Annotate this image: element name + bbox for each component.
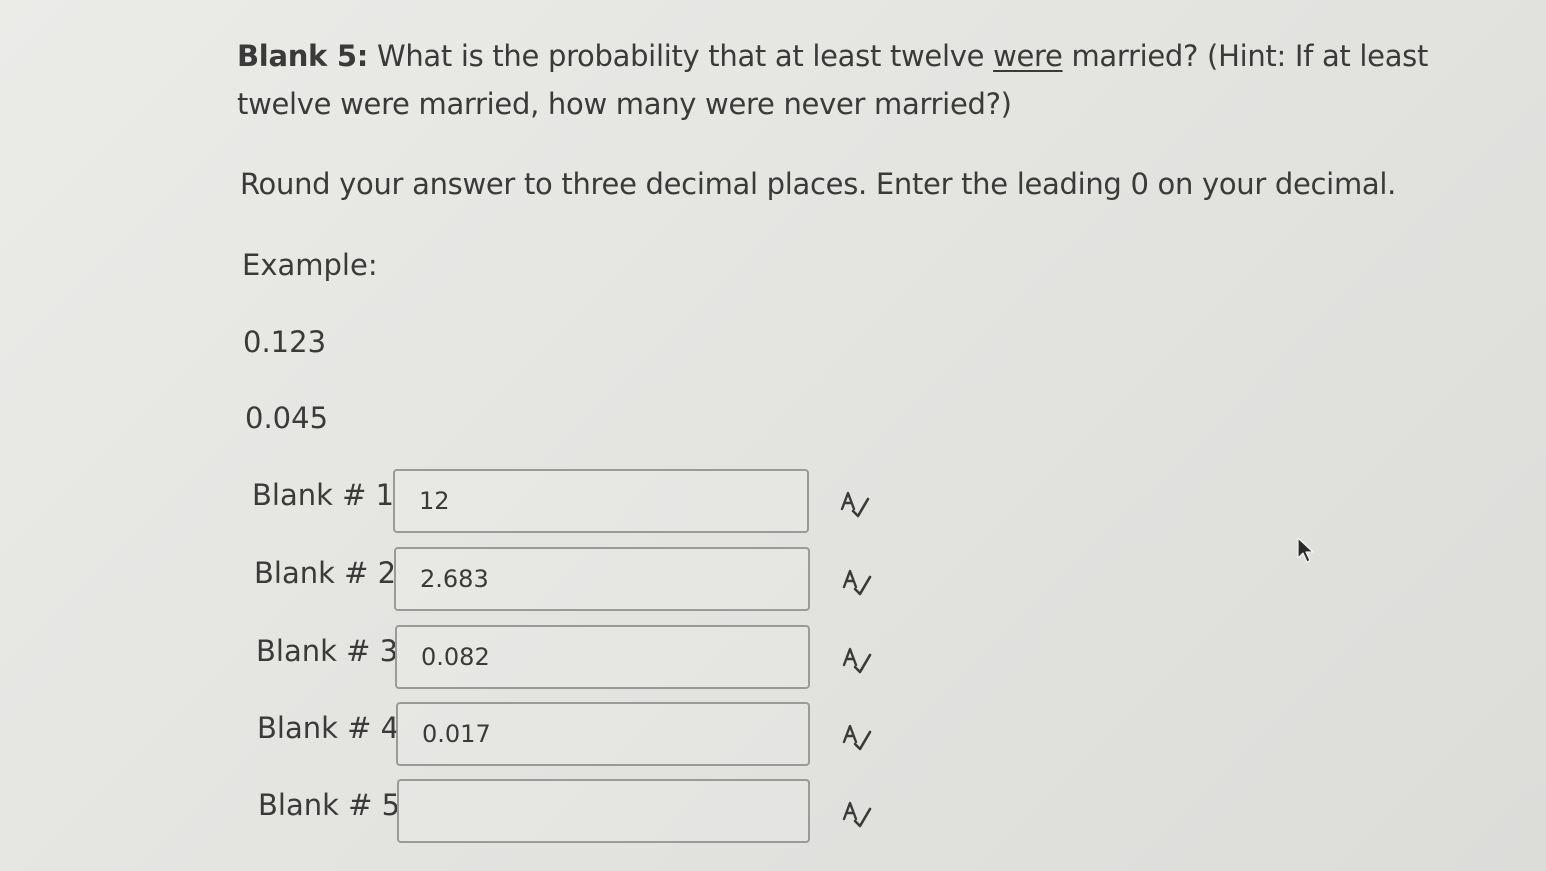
mouse-pointer-icon <box>1297 537 1314 563</box>
blank-label-4: Blank # 4 <box>257 711 400 745</box>
spellcheck-icon[interactable] <box>840 720 874 754</box>
spellcheck-icon[interactable] <box>840 565 874 599</box>
question-prefix: Blank 5: <box>237 39 369 73</box>
spellcheck-icon[interactable] <box>840 643 874 677</box>
blank-input-5[interactable] <box>397 779 810 843</box>
example-value-1: 0.123 <box>243 325 327 359</box>
spellcheck-icon[interactable] <box>840 797 874 831</box>
question-text: Blank 5: What is the probability that at… <box>237 32 1437 128</box>
spellcheck-icon[interactable] <box>838 487 872 521</box>
example-value-2: 0.045 <box>245 401 329 435</box>
blank-row-5: Blank # 5 <box>0 779 900 849</box>
question-underlined-word: were <box>993 39 1063 73</box>
question-part1: What is the probability that at least tw… <box>368 39 994 73</box>
blank-row-4: Blank # 4 <box>0 702 900 772</box>
blank-label-2: Blank # 2 <box>254 556 397 590</box>
blank-label-1: Blank # 1 <box>252 478 395 512</box>
blank-input-3[interactable] <box>395 625 810 689</box>
instruction-text: Round your answer to three decimal place… <box>240 167 1397 201</box>
blank-input-4[interactable] <box>396 702 810 766</box>
blank-label-5: Blank # 5 <box>258 788 401 822</box>
blank-label-3: Blank # 3 <box>256 634 399 668</box>
blank-row-2: Blank # 2 <box>0 547 900 617</box>
blank-row-1: Blank # 1 <box>0 469 900 539</box>
blank-row-3: Blank # 3 <box>0 625 900 695</box>
example-label: Example: <box>242 248 378 282</box>
blank-input-2[interactable] <box>394 547 810 611</box>
blank-input-1[interactable] <box>393 469 809 533</box>
